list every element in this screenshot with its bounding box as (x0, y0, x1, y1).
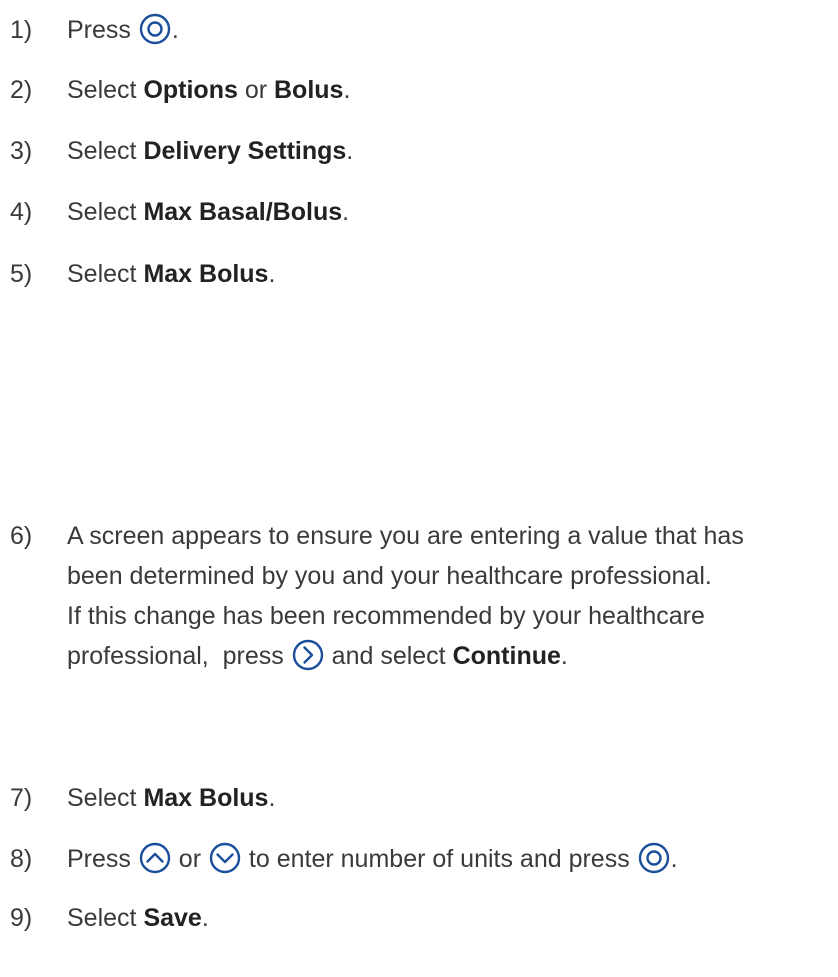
right-arrow-circle-icon (292, 639, 324, 671)
menu-option-name: Bolus (274, 76, 344, 104)
step-text-part: . (346, 137, 354, 165)
step-text: Select Max Bolus. (67, 254, 275, 294)
step-text-line: If this change has been recommended by y… (67, 602, 705, 630)
step-text: Press . (67, 10, 179, 50)
step-text-part: . (201, 904, 209, 932)
step-number: 5) (10, 260, 33, 288)
step-text-part: Press (67, 16, 138, 44)
step-text: Select Delivery Settings. (67, 131, 353, 171)
step-text: A screen appears to ensure you are enter… (67, 516, 837, 676)
step-text-part: professional, press (67, 642, 291, 670)
step-text-part: Press (67, 845, 138, 873)
step-number: 1) (10, 16, 33, 44)
step-text-part: or (171, 845, 208, 873)
step-number: 8) (10, 845, 33, 873)
up-arrow-circle-icon (139, 842, 171, 874)
step-text-part: Select (67, 260, 144, 288)
step-text-part: . (171, 16, 179, 44)
step-text-part: Select (67, 198, 144, 226)
step-text: Select Max Basal/Bolus. (67, 192, 349, 232)
menu-option-name: Max Basal/Bolus (143, 198, 343, 226)
step-text-part: Select (67, 137, 144, 165)
step-text-part: . (268, 784, 276, 812)
step-number: 2) (10, 76, 33, 104)
step-text-part: or (237, 76, 274, 104)
step-text-part: Select (67, 784, 144, 812)
step-text-part: . (560, 642, 568, 670)
step-text-line: been determined by you and your healthca… (67, 562, 712, 590)
menu-option-name: Max Bolus (143, 260, 269, 288)
step-number: 6) (10, 522, 33, 550)
step-text-part: . (342, 198, 350, 226)
step-text: Press or to enter number of units and pr… (67, 839, 678, 879)
menu-option-name: Save (143, 904, 202, 932)
menu-option-name: Options (143, 76, 238, 104)
step-text-part: Select (67, 76, 144, 104)
step-number: 4) (10, 198, 33, 226)
step-text-line: professional, press and select Continue. (67, 636, 837, 676)
step-text: Select Options or Bolus. (67, 70, 350, 110)
step-text-part: . (670, 845, 678, 873)
step-text: Select Save. (67, 898, 209, 938)
step-number: 9) (10, 904, 33, 932)
down-arrow-circle-icon (209, 842, 241, 874)
step-text-part: . (268, 260, 276, 288)
select-circle-icon (638, 842, 670, 874)
step-text-part: and select (324, 642, 453, 670)
step-number: 3) (10, 137, 33, 165)
step-text-part: to enter number of units and press (241, 845, 637, 873)
step-number: 7) (10, 784, 33, 812)
menu-option-name: Continue (452, 642, 561, 670)
step-text-line: A screen appears to ensure you are enter… (67, 522, 744, 550)
select-circle-icon (139, 13, 171, 45)
step-text-part: Select (67, 904, 144, 932)
step-text-part: . (343, 76, 351, 104)
menu-option-name: Max Bolus (143, 784, 269, 812)
step-text: Select Max Bolus. (67, 778, 275, 818)
menu-option-name: Delivery Settings (143, 137, 347, 165)
